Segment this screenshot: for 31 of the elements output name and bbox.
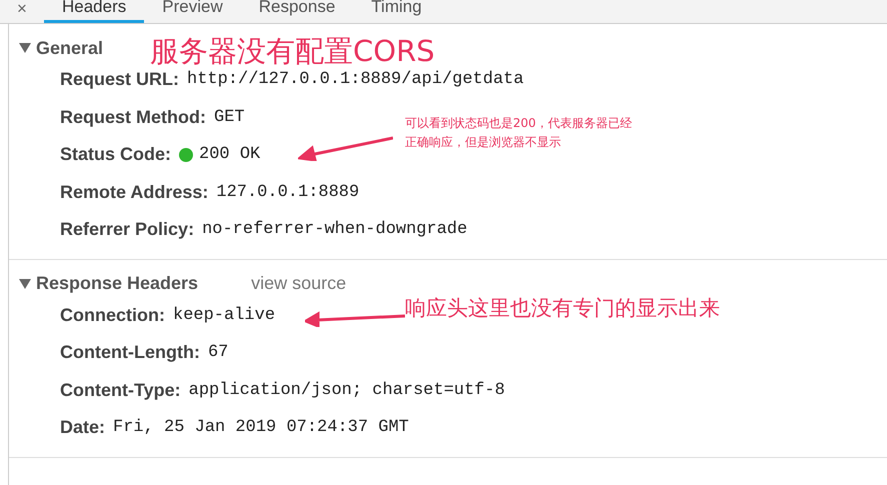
header-value: GET <box>214 108 245 127</box>
annotation-text: 响应头这里也没有专门的显示出来 <box>405 295 720 322</box>
header-name: Date: <box>60 417 106 438</box>
header-name: Request URL: <box>60 69 180 90</box>
expanded-triangle-icon[interactable] <box>19 278 31 288</box>
header-value: http://127.0.0.1:8889/api/getdata <box>187 70 524 90</box>
expanded-triangle-icon[interactable] <box>19 43 31 53</box>
annotation-text: 服务器没有配置CORS <box>150 33 435 70</box>
header-value: no-referrer-when-downgrade <box>202 220 468 240</box>
tab[interactable]: Preview <box>144 0 241 23</box>
tab[interactable]: Response <box>240 0 354 23</box>
section-title[interactable]: Response Headers <box>36 273 198 294</box>
header-value: 127.0.0.1:8889 <box>216 182 360 202</box>
view-source-link[interactable]: view source <box>251 273 346 294</box>
annotation-text: 可以看到状态码也是200，代表服务器已经正确响应，但是浏览器不显示 <box>405 115 633 151</box>
header-name: Content-Length: <box>60 342 200 364</box>
tab[interactable]: Timing <box>353 0 440 23</box>
header-value: Fri, 25 Jan 2019 07:24:37 GMT <box>113 418 409 438</box>
header-name: Status Code: <box>60 144 172 166</box>
header-value: keep-alive <box>173 306 276 325</box>
header-name: Connection: <box>60 304 165 326</box>
section-title[interactable]: General <box>36 38 104 58</box>
tab[interactable]: Headers <box>44 0 144 23</box>
header-name: Remote Address: <box>60 182 208 203</box>
header-name: Content-Type: <box>60 380 181 401</box>
header-value: application/json; charset=utf-8 <box>188 380 505 400</box>
close-icon[interactable]: × <box>0 0 44 23</box>
header-value: 200 OK <box>199 145 260 164</box>
header-name: Referrer Policy: <box>60 219 194 240</box>
header-value: 67 <box>208 343 228 362</box>
header-name: Request Method: <box>60 106 206 128</box>
